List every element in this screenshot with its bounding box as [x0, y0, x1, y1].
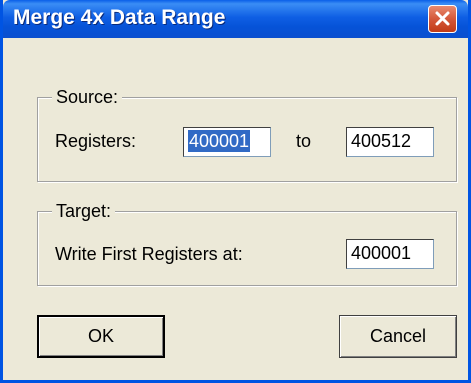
target-group: Target: Write First Registers at: 400001	[37, 201, 457, 286]
write-first-registers-input[interactable]: 400001	[346, 239, 434, 269]
close-button[interactable]	[428, 5, 457, 33]
registers-from-input[interactable]: 400001	[183, 127, 271, 157]
registers-from-value: 400001	[188, 130, 251, 152]
to-label: to	[296, 131, 312, 151]
registers-to-input[interactable]: 400512	[346, 127, 434, 157]
title-bar[interactable]: Merge 4x Data Range	[3, 0, 468, 38]
source-group-label: Source:	[52, 87, 123, 108]
source-group: Source: Registers: 400001 to 400512	[37, 87, 457, 182]
merge-dialog: Merge 4x Data Range Source: Registers: 4…	[0, 0, 471, 383]
ok-button[interactable]: OK	[37, 315, 165, 358]
cancel-button[interactable]: Cancel	[339, 315, 457, 358]
registers-label: Registers:	[55, 131, 137, 151]
close-icon	[435, 11, 450, 26]
write-first-registers-label: Write First Registers at:	[55, 244, 243, 264]
target-group-label: Target:	[52, 201, 116, 222]
dialog-title: Merge 4x Data Range	[13, 6, 226, 29]
